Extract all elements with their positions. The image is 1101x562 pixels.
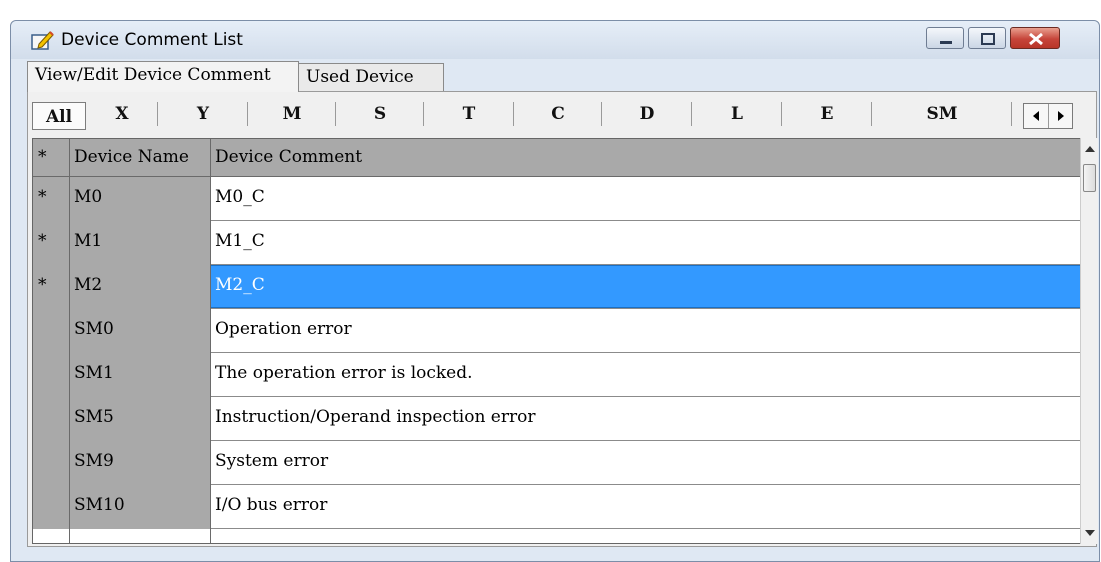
device-comment-cell[interactable]: M2_C	[210, 275, 1080, 295]
filter-tab-m[interactable]: M	[248, 100, 336, 130]
header-device-comment[interactable]: Device Comment	[210, 147, 1080, 167]
tab-view-edit-device-comment[interactable]: View/Edit Device Comment	[27, 61, 299, 92]
filter-tab-all[interactable]: All	[32, 102, 86, 130]
device-name-cell: SM0	[74, 319, 114, 339]
device-name-cell: SM5	[74, 407, 114, 427]
device-comment-cell[interactable]: The operation error is locked.	[210, 363, 1080, 383]
filter-scroll-control	[1023, 103, 1073, 129]
close-button[interactable]	[1010, 27, 1060, 49]
device-comment-cell[interactable]: I/O bus error	[210, 495, 1080, 515]
device-comment-table: * Device Name Device Comment * M0 M0_C *…	[32, 138, 1080, 544]
device-comment-cell[interactable]: Operation error	[210, 319, 1080, 339]
device-name-cell: SM10	[74, 495, 125, 515]
device-comment-cell[interactable]: Instruction/Operand inspection error	[210, 407, 1080, 427]
scroll-left-icon[interactable]	[1024, 104, 1048, 128]
filter-tab-sm[interactable]: SM	[872, 100, 1012, 130]
filter-tab-t[interactable]: T	[424, 100, 514, 130]
device-comment-cell[interactable]: M0_C	[210, 187, 1080, 207]
device-name-cell: SM1	[74, 363, 114, 383]
filter-tab-c[interactable]: C	[514, 100, 602, 130]
maximize-icon	[981, 33, 995, 45]
device-name-cell: M2	[74, 275, 103, 295]
maximize-button[interactable]	[968, 27, 1006, 49]
table-row[interactable]: * M0 M0_C	[33, 177, 1080, 221]
table-row[interactable]: * M1 M1_C	[33, 221, 1080, 265]
minimize-button[interactable]	[926, 27, 964, 49]
scroll-up-icon[interactable]	[1084, 144, 1096, 154]
row-marker: *	[38, 187, 47, 207]
row-marker: *	[38, 231, 47, 251]
table-row-selected[interactable]: * M2 M2_C	[33, 265, 1080, 309]
tab-strip: View/Edit Device Comment Used Device	[11, 59, 1099, 92]
table-row[interactable]: SM5 Instruction/Operand inspection error	[33, 397, 1080, 441]
window-title: Device Comment List	[61, 30, 243, 50]
tab-used-device[interactable]: Used Device	[298, 63, 444, 91]
table-row[interactable]: SM9 System error	[33, 441, 1080, 485]
device-comment-cell[interactable]: System error	[210, 451, 1080, 471]
scrollbar-thumb[interactable]	[1083, 164, 1096, 192]
close-icon	[1029, 32, 1043, 46]
filter-tab-e[interactable]: E	[782, 100, 872, 130]
row-marker: *	[38, 275, 47, 295]
comment-panel: All X Y M S T C D L E SM * Device Name D…	[27, 91, 1098, 547]
filter-tab-l[interactable]: L	[692, 100, 782, 130]
filter-tab-y[interactable]: Y	[158, 100, 248, 130]
filter-tab-s[interactable]: S	[336, 100, 424, 130]
table-row[interactable]: SM1 The operation error is locked.	[33, 353, 1080, 397]
device-comment-list-window: Device Comment List View/Edit Device Com…	[10, 20, 1100, 562]
device-name-cell: M1	[74, 231, 103, 251]
header-marker: *	[38, 147, 47, 167]
vertical-scrollbar[interactable]	[1080, 138, 1098, 544]
title-bar[interactable]: Device Comment List	[11, 21, 1099, 59]
filter-tab-d[interactable]: D	[602, 100, 692, 130]
minimize-icon	[940, 41, 952, 44]
device-name-cell: M0	[74, 187, 103, 207]
device-comment-cell[interactable]: M1_C	[210, 231, 1080, 251]
device-filter-bar: All X Y M S T C D L E SM	[28, 92, 1096, 134]
table-header: * Device Name Device Comment	[33, 139, 1080, 177]
header-device-name[interactable]: Device Name	[69, 147, 210, 167]
device-name-cell: SM9	[74, 451, 114, 471]
scroll-right-icon[interactable]	[1048, 104, 1072, 128]
table-row[interactable]: SM0 Operation error	[33, 309, 1080, 353]
filter-tab-x[interactable]: X	[86, 100, 158, 130]
scroll-down-icon[interactable]	[1084, 528, 1096, 538]
edit-pencil-icon	[31, 31, 54, 50]
table-row[interactable]: SM10 I/O bus error	[33, 485, 1080, 529]
